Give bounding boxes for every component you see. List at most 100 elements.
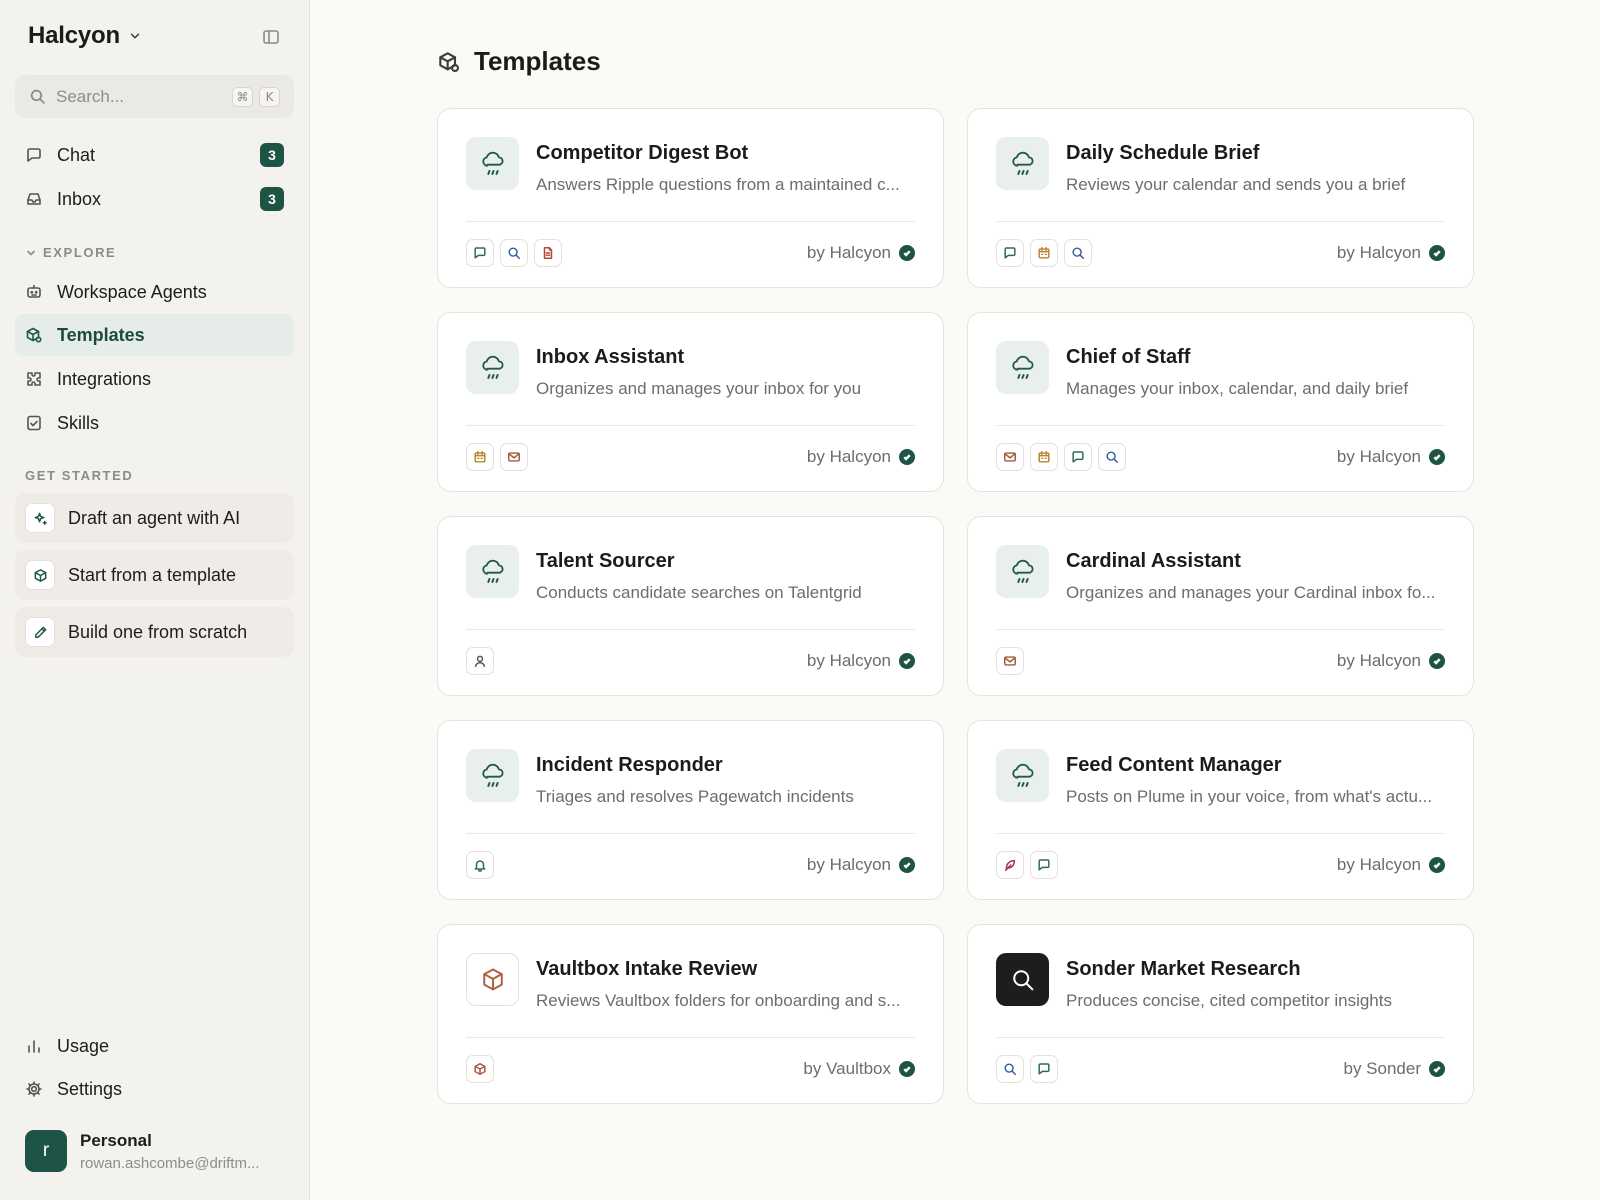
person-icon (474, 655, 486, 667)
get-started-label: Build one from scratch (68, 621, 248, 642)
inbox-icon (27, 193, 41, 205)
feather-icon (1004, 859, 1016, 871)
template-avatar (996, 137, 1049, 190)
section-heading: GET STARTED (25, 468, 134, 483)
template-author: by Halcyon (807, 855, 915, 875)
tool-mail (500, 443, 528, 471)
tool-search (1064, 239, 1092, 267)
search-input[interactable] (56, 86, 226, 107)
search-icon (1004, 1063, 1016, 1075)
template-author: by Halcyon (1337, 855, 1445, 875)
section-heading: EXPLORE (43, 245, 117, 260)
template-author: by Halcyon (807, 651, 915, 671)
template-description: Produces concise, cited competitor insig… (1066, 991, 1392, 1010)
card-divider (466, 221, 915, 222)
sidebar-item-integrations[interactable]: Integrations (15, 358, 294, 400)
tool-chat (1030, 851, 1058, 879)
sidebar-item-usage[interactable]: Usage (15, 1025, 294, 1067)
pencil-icon (34, 626, 46, 638)
bell-icon (474, 860, 486, 872)
sidebar-item-inbox[interactable]: Inbox 3 (15, 178, 294, 220)
template-avatar (466, 137, 519, 190)
template-tools (996, 1055, 1058, 1083)
search-box[interactable]: ⌘ K (15, 75, 294, 118)
template-author: by Sonder (1344, 1059, 1445, 1079)
draft-agent-with-ai-button[interactable]: Draft an agent with AI (15, 493, 294, 543)
tool-chat (996, 239, 1024, 267)
tool-person (466, 647, 494, 675)
template-description: Answers Ripple questions from a maintain… (536, 175, 900, 194)
explore-section-toggle[interactable]: EXPLORE (25, 245, 116, 260)
card-divider (996, 1037, 1445, 1038)
template-card-feed-content-manager[interactable]: Feed Content Manager Posts on Plume in yo… (967, 720, 1474, 900)
workspace-switcher[interactable]: Halcyon (28, 22, 142, 50)
sidebar-item-chat[interactable]: Chat 3 (15, 134, 294, 176)
template-title: Daily Schedule Brief (1066, 142, 1260, 164)
template-card-competitor-digest-bot[interactable]: Competitor Digest Bot Answers Ripple ques… (437, 108, 944, 288)
sidebar-item-templates[interactable]: Templates (15, 314, 294, 356)
verified-check-icon (899, 1061, 915, 1077)
template-avatar (466, 749, 519, 802)
template-card-incident-responder[interactable]: Incident Responder Triages and resolves P… (437, 720, 944, 900)
user-account-menu[interactable]: r Personal rowan.ashcombe@driftm... (25, 1130, 259, 1172)
box-icon (474, 1063, 486, 1075)
template-author: by Halcyon (1337, 447, 1445, 467)
card-divider (466, 629, 915, 630)
sidebar-item-skills[interactable]: Skills (15, 402, 294, 444)
template-card-inbox-assistant[interactable]: Inbox Assistant Organizes and manages you… (437, 312, 944, 492)
template-title: Talent Sourcer (536, 550, 675, 572)
calendar-icon (474, 451, 486, 463)
template-card-vaultbox-intake-review[interactable]: Vaultbox Intake Review Reviews Vaultbox f… (437, 924, 944, 1104)
calendar-icon (1038, 247, 1050, 259)
template-avatar (466, 545, 519, 598)
template-card-daily-schedule-brief[interactable]: Daily Schedule Brief Reviews your calenda… (967, 108, 1474, 288)
sidebar-item-workspace-agents[interactable]: Workspace Agents (15, 271, 294, 313)
search-icon (30, 89, 45, 104)
document-icon (543, 247, 553, 259)
tool-search (1098, 443, 1126, 471)
user-email: rowan.ashcombe@driftm... (80, 1154, 260, 1172)
template-avatar (996, 545, 1049, 598)
page-header: Templates (437, 46, 601, 77)
template-card-sonder-market-research[interactable]: Sonder Market Research Produces concise, … (967, 924, 1474, 1104)
template-card-chief-of-staff[interactable]: Chief of Staff Manages your inbox, calend… (967, 312, 1474, 492)
start-from-template-button[interactable]: Start from a template (15, 550, 294, 600)
robot-icon (27, 284, 41, 298)
templates-grid: Competitor Digest Bot Answers Ripple ques… (437, 108, 1474, 1104)
build-from-scratch-button[interactable]: Build one from scratch (15, 607, 294, 657)
brand-name: Halcyon (28, 22, 120, 49)
template-description: Triages and resolves Pagewatch incidents (536, 787, 854, 806)
collapse-sidebar-button[interactable] (260, 26, 282, 48)
tool-calendar (1030, 239, 1058, 267)
template-avatar (996, 953, 1049, 1006)
inbox-count-badge: 3 (260, 187, 284, 211)
chat-icon (27, 148, 41, 162)
search-icon (1012, 969, 1033, 990)
author-label: by Vaultbox (803, 1059, 891, 1078)
search-icon (1072, 247, 1084, 259)
tool-chat (1064, 443, 1092, 471)
template-tools (996, 647, 1024, 675)
chevron-down-icon (130, 33, 140, 39)
author-label: by Halcyon (1336, 243, 1421, 262)
templates-icon (26, 327, 42, 343)
template-card-cardinal-assistant[interactable]: Cardinal Assistant Organizes and manages … (967, 516, 1474, 696)
pencil-icon-wrap (25, 617, 55, 647)
sidebar-item-settings[interactable]: Settings (15, 1068, 294, 1110)
template-avatar (466, 953, 519, 1006)
author-label: by Halcyon (1336, 651, 1421, 670)
avatar: r (25, 1130, 67, 1172)
tool-mail (996, 443, 1024, 471)
cloud-rain-icon (481, 355, 504, 379)
template-tools (466, 239, 562, 267)
template-card-talent-sourcer[interactable]: Talent Sourcer Conducts candidate searche… (437, 516, 944, 696)
check-square-icon (27, 415, 41, 431)
chat-icon (1072, 451, 1084, 463)
author-label: by Halcyon (1336, 447, 1421, 466)
cloud-rain-icon (1011, 763, 1034, 787)
tool-search (500, 239, 528, 267)
tool-document (534, 239, 562, 267)
shortcut-mod-key: ⌘ (232, 86, 253, 107)
get-started-label: Draft an agent with AI (68, 507, 241, 528)
sparkle-icon (34, 512, 47, 525)
